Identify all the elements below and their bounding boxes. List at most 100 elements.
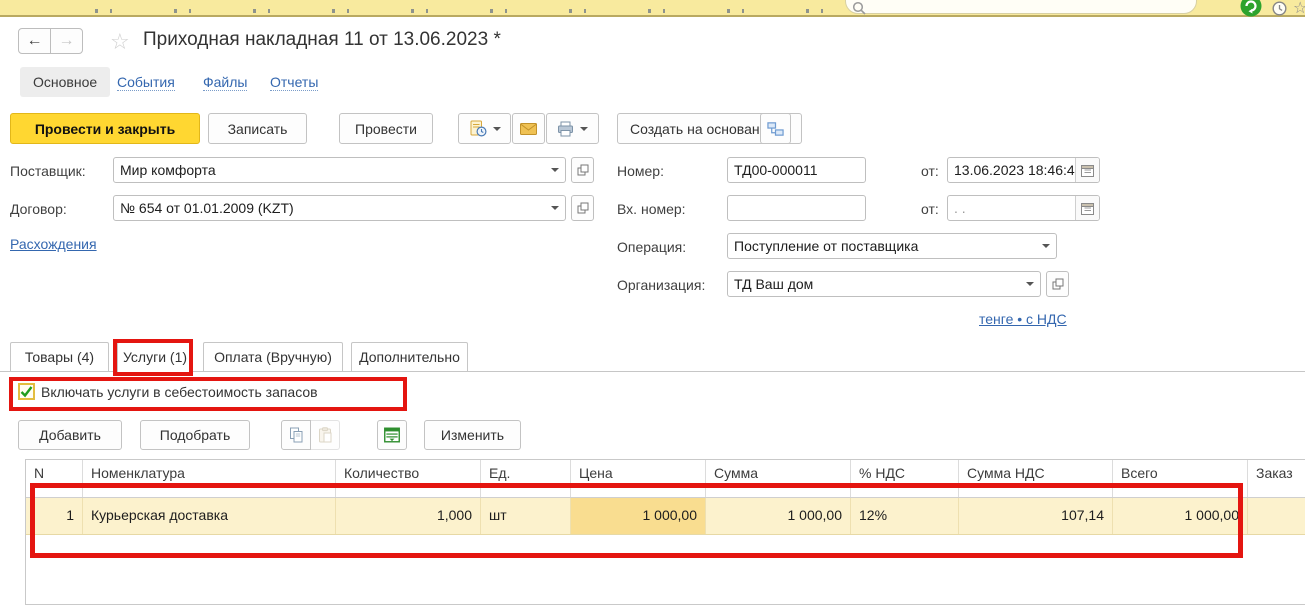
- global-search-input[interactable]: [845, 0, 1197, 14]
- supplier-field[interactable]: Мир комфорта: [113, 157, 566, 183]
- cell-nomenclature[interactable]: Курьерская доставка: [83, 498, 336, 534]
- post-and-close-button[interactable]: Провести и закрыть: [10, 113, 200, 144]
- col-header-amount[interactable]: Сумма: [706, 460, 851, 497]
- favorites-icon[interactable]: ☆: [1293, 0, 1305, 18]
- organization-open-button[interactable]: [1046, 271, 1069, 297]
- page-title: Приходная накладная 11 от 13.06.2023 *: [143, 29, 501, 51]
- operation-dropdown[interactable]: [1036, 234, 1056, 258]
- incoming-number-field[interactable]: [727, 195, 866, 221]
- table-header-row: N Номенклатура Количество Ед. Цена Сумма…: [26, 460, 1305, 498]
- service-button[interactable]: [1240, 0, 1262, 17]
- calendar-icon: [1081, 164, 1094, 177]
- tab-events[interactable]: События: [117, 67, 175, 97]
- table-row[interactable]: 1 Курьерская доставка 1,000 шт 1 000,00 …: [26, 498, 1305, 535]
- operation-field[interactable]: Поступление от поставщика: [727, 233, 1057, 259]
- dropdown-caret: [580, 127, 588, 131]
- tab-files-link[interactable]: Файлы: [203, 74, 247, 91]
- paste-icon: [318, 427, 332, 443]
- col-header-price[interactable]: Цена: [571, 460, 706, 497]
- supplier-open-button[interactable]: [571, 157, 594, 183]
- tab-additional[interactable]: Дополнительно: [351, 342, 468, 372]
- col-header-n[interactable]: N: [26, 460, 83, 497]
- list-settings-button[interactable]: [377, 420, 407, 450]
- related-documents-icon: [767, 121, 784, 137]
- number-field[interactable]: ТД00-000011: [727, 157, 866, 183]
- tab-payment[interactable]: Оплата (Вручную): [203, 342, 343, 372]
- col-header-nomenclature[interactable]: Номенклатура: [83, 460, 336, 497]
- col-header-quantity[interactable]: Количество: [336, 460, 481, 497]
- cell-total[interactable]: 1 000,00: [1113, 498, 1248, 534]
- favorite-star-icon[interactable]: ☆: [110, 29, 130, 55]
- save-button[interactable]: Записать: [208, 113, 307, 144]
- post-button[interactable]: Провести: [339, 113, 433, 144]
- dropdown-caret: [493, 127, 501, 131]
- document-tabstrip: Товары (4) Услуги (1) Оплата (Вручную) Д…: [0, 342, 1305, 372]
- col-header-vat-amount[interactable]: Сумма НДС: [959, 460, 1113, 497]
- contract-value: № 654 от 01.01.2009 (KZT): [114, 200, 545, 216]
- col-header-unit[interactable]: Ед.: [481, 460, 571, 497]
- organization-label: Организация:: [617, 277, 705, 297]
- organization-field[interactable]: ТД Ваш дом: [727, 271, 1041, 297]
- discrepancies-link[interactable]: Расхождения: [10, 236, 97, 252]
- number-label: Номер:: [617, 163, 664, 183]
- post-schedule-button[interactable]: [458, 113, 511, 144]
- tab-reports[interactable]: Отчеты: [270, 67, 318, 97]
- tab-goods[interactable]: Товары (4): [10, 342, 109, 372]
- date-label: от:: [921, 163, 939, 183]
- cell-quantity[interactable]: 1,000: [336, 498, 481, 534]
- cell-vat-percent[interactable]: 12%: [851, 498, 959, 534]
- send-email-button[interactable]: [512, 113, 545, 144]
- date-value: 13.06.2023 18:46:4: [948, 162, 1075, 178]
- checkmark-icon: [20, 385, 33, 398]
- incoming-date-calendar-button[interactable]: [1075, 196, 1099, 220]
- col-header-order[interactable]: Заказ: [1248, 460, 1305, 497]
- related-documents-button[interactable]: [760, 113, 791, 144]
- contract-dropdown[interactable]: [545, 196, 565, 220]
- open-value-icon: [577, 202, 589, 214]
- cell-price-selected[interactable]: 1 000,00: [571, 498, 706, 534]
- cell-unit[interactable]: шт: [481, 498, 571, 534]
- tab-services[interactable]: Услуги (1): [117, 342, 193, 373]
- tab-reports-link[interactable]: Отчеты: [270, 74, 318, 91]
- date-calendar-button[interactable]: [1075, 158, 1099, 182]
- supplier-dropdown[interactable]: [545, 158, 565, 182]
- back-button[interactable]: ←: [18, 28, 51, 54]
- organization-dropdown[interactable]: [1020, 272, 1040, 296]
- open-value-icon: [1052, 278, 1064, 290]
- cell-order[interactable]: [1248, 498, 1305, 534]
- tab-main[interactable]: Основное: [20, 67, 110, 97]
- supplier-value: Мир комфорта: [114, 162, 545, 178]
- tab-files[interactable]: Файлы: [203, 67, 247, 97]
- col-header-vat-percent[interactable]: % НДС: [851, 460, 959, 497]
- cell-n[interactable]: 1: [26, 498, 83, 534]
- include-services-checkbox[interactable]: [18, 383, 35, 400]
- tab-events-link[interactable]: События: [117, 74, 175, 91]
- add-row-button[interactable]: Добавить: [18, 420, 122, 450]
- app-topbar: ☆: [0, 0, 1305, 17]
- include-services-checkbox-label[interactable]: Включать услуги в себестоимость запасов: [41, 384, 318, 400]
- incoming-date-field[interactable]: . .: [947, 195, 1100, 221]
- supplier-label: Поставщик:: [10, 163, 86, 183]
- date-field[interactable]: 13.06.2023 18:46:4: [947, 157, 1100, 183]
- incoming-date-label: от:: [921, 201, 939, 221]
- currency-vat-link[interactable]: тенге • с НДС: [979, 311, 1067, 327]
- post-and-close-label: Провести и закрыть: [35, 121, 175, 137]
- pick-button[interactable]: Подобрать: [140, 420, 250, 450]
- history-icon[interactable]: [1272, 1, 1287, 16]
- edit-button[interactable]: Изменить: [424, 420, 521, 450]
- cell-vat-amount[interactable]: 107,14: [959, 498, 1113, 534]
- pick-label: Подобрать: [160, 427, 231, 443]
- copy-rows-button[interactable]: [281, 420, 311, 450]
- cell-amount[interactable]: 1 000,00: [706, 498, 851, 534]
- add-row-label: Добавить: [39, 427, 101, 443]
- print-button[interactable]: [546, 113, 599, 144]
- organization-value: ТД Ваш дом: [728, 276, 1020, 292]
- col-header-total[interactable]: Всего: [1113, 460, 1248, 497]
- forward-button[interactable]: →: [50, 28, 83, 54]
- create-based-on-label: Создать на основании: [630, 121, 775, 137]
- contract-open-button[interactable]: [571, 195, 594, 221]
- open-value-icon: [577, 164, 589, 176]
- contract-field[interactable]: № 654 от 01.01.2009 (KZT): [113, 195, 566, 221]
- paste-rows-button[interactable]: [310, 420, 340, 450]
- contract-label: Договор:: [10, 201, 67, 221]
